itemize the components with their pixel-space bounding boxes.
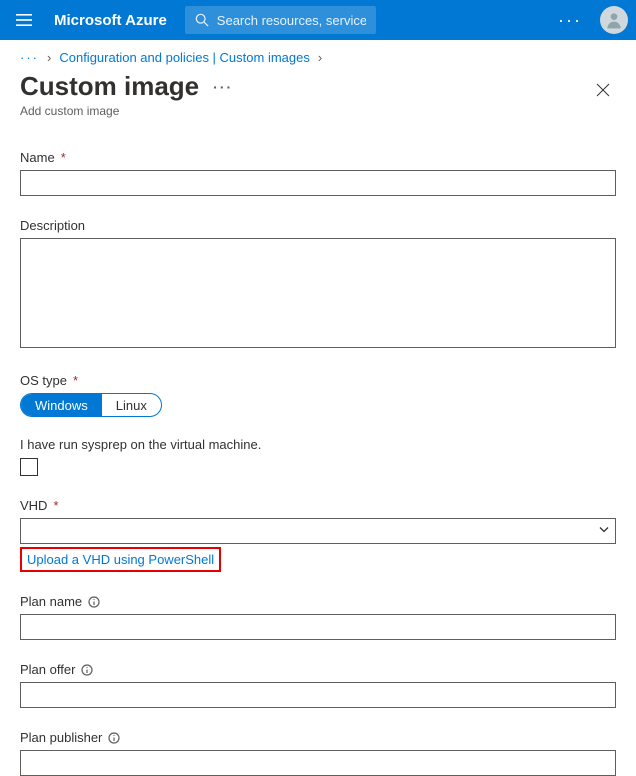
- sysprep-checkbox[interactable]: [20, 458, 38, 476]
- user-icon: [604, 10, 624, 30]
- user-avatar[interactable]: [600, 6, 628, 34]
- title-more-button[interactable]: ···: [213, 79, 233, 95]
- plan-name-input[interactable]: [20, 614, 616, 640]
- upload-vhd-powershell-link[interactable]: Upload a VHD using PowerShell: [20, 547, 221, 572]
- close-panel-button[interactable]: [590, 77, 616, 106]
- chevron-right-icon: ›: [47, 50, 51, 65]
- brand-label: Microsoft Azure: [54, 12, 167, 29]
- plan-publisher-input[interactable]: [20, 750, 616, 776]
- azure-topbar: Microsoft Azure ···: [0, 0, 636, 40]
- required-indicator: *: [73, 373, 78, 388]
- vhd-label: VHD: [20, 498, 47, 513]
- plan-offer-label: Plan offer: [20, 662, 75, 677]
- name-label: Name: [20, 150, 55, 165]
- breadcrumb-link-config[interactable]: Configuration and policies | Custom imag…: [59, 50, 310, 65]
- hamburger-icon: [16, 12, 32, 28]
- global-search[interactable]: [185, 6, 377, 34]
- ostype-label: OS type: [20, 373, 67, 388]
- chevron-right-icon: ›: [318, 50, 322, 65]
- breadcrumb: ··· › Configuration and policies | Custo…: [0, 40, 636, 69]
- search-icon: [195, 13, 209, 27]
- required-indicator: *: [61, 150, 66, 165]
- ostype-windows-option[interactable]: Windows: [21, 394, 102, 416]
- close-icon: [596, 83, 610, 97]
- description-label: Description: [20, 218, 85, 233]
- page-header: Custom image ··· Add custom image: [0, 69, 636, 118]
- description-textarea[interactable]: [20, 238, 616, 348]
- plan-name-label: Plan name: [20, 594, 82, 609]
- ostype-segmented: Windows Linux: [20, 393, 162, 417]
- page-subtitle: Add custom image: [20, 104, 590, 118]
- sysprep-label: I have run sysprep on the virtual machin…: [20, 437, 616, 452]
- hamburger-menu-button[interactable]: [8, 4, 40, 36]
- info-icon[interactable]: [81, 664, 93, 676]
- info-icon[interactable]: [108, 732, 120, 744]
- breadcrumb-overflow[interactable]: ···: [20, 50, 39, 65]
- page-title: Custom image: [20, 71, 199, 102]
- name-input[interactable]: [20, 170, 616, 196]
- custom-image-form: Name * Description OS type * Windows Lin…: [0, 118, 636, 776]
- info-icon[interactable]: [88, 596, 100, 608]
- search-input[interactable]: [217, 13, 367, 28]
- vhd-select[interactable]: [20, 518, 616, 544]
- required-indicator: *: [53, 498, 58, 513]
- plan-publisher-label: Plan publisher: [20, 730, 102, 745]
- plan-offer-input[interactable]: [20, 682, 616, 708]
- topbar-more-button[interactable]: ···: [548, 11, 592, 29]
- ostype-linux-option[interactable]: Linux: [102, 394, 161, 416]
